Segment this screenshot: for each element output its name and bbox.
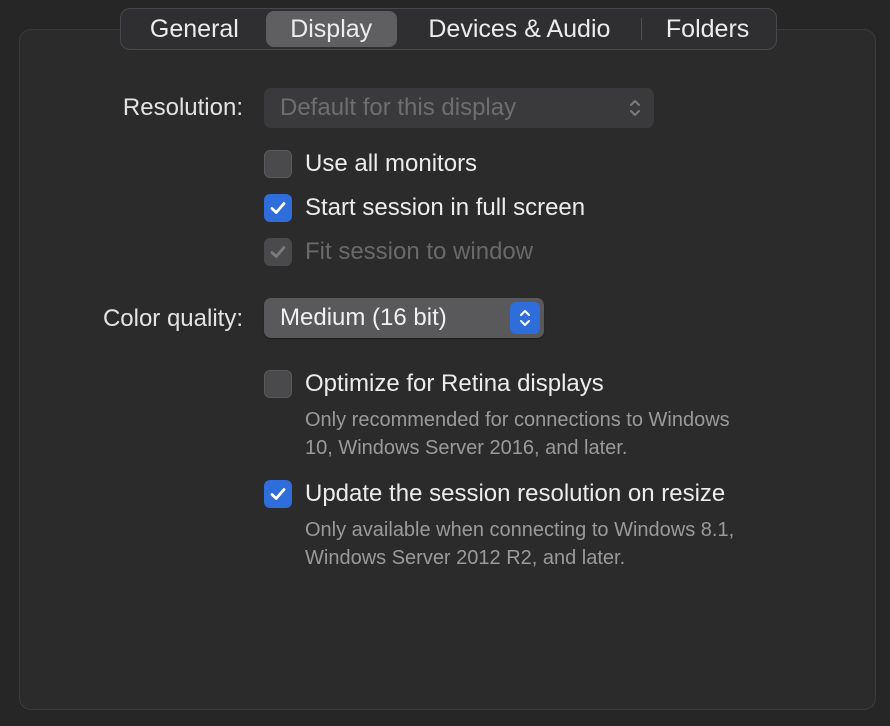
up-down-chevron-icon: [510, 302, 540, 334]
retina-checkbox[interactable]: [264, 370, 292, 398]
fit-to-window-checkbox: [264, 238, 292, 266]
update-resolution-label: Update the session resolution on resize: [305, 480, 726, 507]
color-quality-popup[interactable]: Medium (16 bit): [264, 298, 544, 338]
retina-row[interactable]: Optimize for Retina displays: [264, 370, 604, 398]
fit-to-window-label: Fit session to window: [305, 238, 534, 265]
checkmark-icon: [270, 488, 286, 500]
update-resolution-hint-line-1: Only available when connecting to Window…: [305, 519, 735, 541]
up-down-chevron-icon: [630, 100, 640, 116]
full-screen-label: Start session in full screen: [305, 194, 586, 221]
tab-general[interactable]: General: [124, 11, 265, 47]
checkmark-icon: [270, 202, 286, 214]
update-resolution-row[interactable]: Update the session resolution on resize: [264, 480, 725, 508]
resolution-label: Resolution:: [122, 94, 243, 121]
full-screen-checkbox[interactable]: [264, 194, 292, 222]
color-quality-label: Color quality:: [102, 305, 243, 332]
tab-bar: General Display Devices & Audio Folders: [120, 8, 777, 50]
update-resolution-hint-line-2: Windows Server 2012 R2, and later.: [305, 547, 626, 569]
tab-folders[interactable]: Folders: [642, 11, 773, 47]
retina-hint-line-1: Only recommended for connections to Wind…: [305, 409, 730, 431]
update-resolution-checkbox[interactable]: [264, 480, 292, 508]
color-quality-value: Medium (16 bit): [280, 304, 447, 331]
retina-label: Optimize for Retina displays: [305, 370, 604, 397]
use-all-monitors-checkbox[interactable]: [264, 150, 292, 178]
full-screen-row[interactable]: Start session in full screen: [264, 194, 585, 222]
tab-devices-audio[interactable]: Devices & Audio: [398, 11, 642, 47]
retina-hint-line-2: 10, Windows Server 2016, and later.: [305, 437, 628, 459]
checkmark-icon: [270, 246, 286, 258]
resolution-popup[interactable]: Default for this display: [264, 88, 654, 128]
use-all-monitors-row[interactable]: Use all monitors: [264, 150, 477, 178]
fit-to-window-row: Fit session to window: [264, 238, 533, 266]
retina-hint: Only recommended for connections to Wind…: [305, 406, 730, 462]
preferences-window: General Display Devices & Audio Folders …: [0, 0, 890, 726]
update-resolution-hint: Only available when connecting to Window…: [305, 516, 734, 572]
use-all-monitors-label: Use all monitors: [305, 150, 478, 177]
tab-display[interactable]: Display: [265, 11, 397, 47]
resolution-value: Default for this display: [280, 94, 517, 121]
